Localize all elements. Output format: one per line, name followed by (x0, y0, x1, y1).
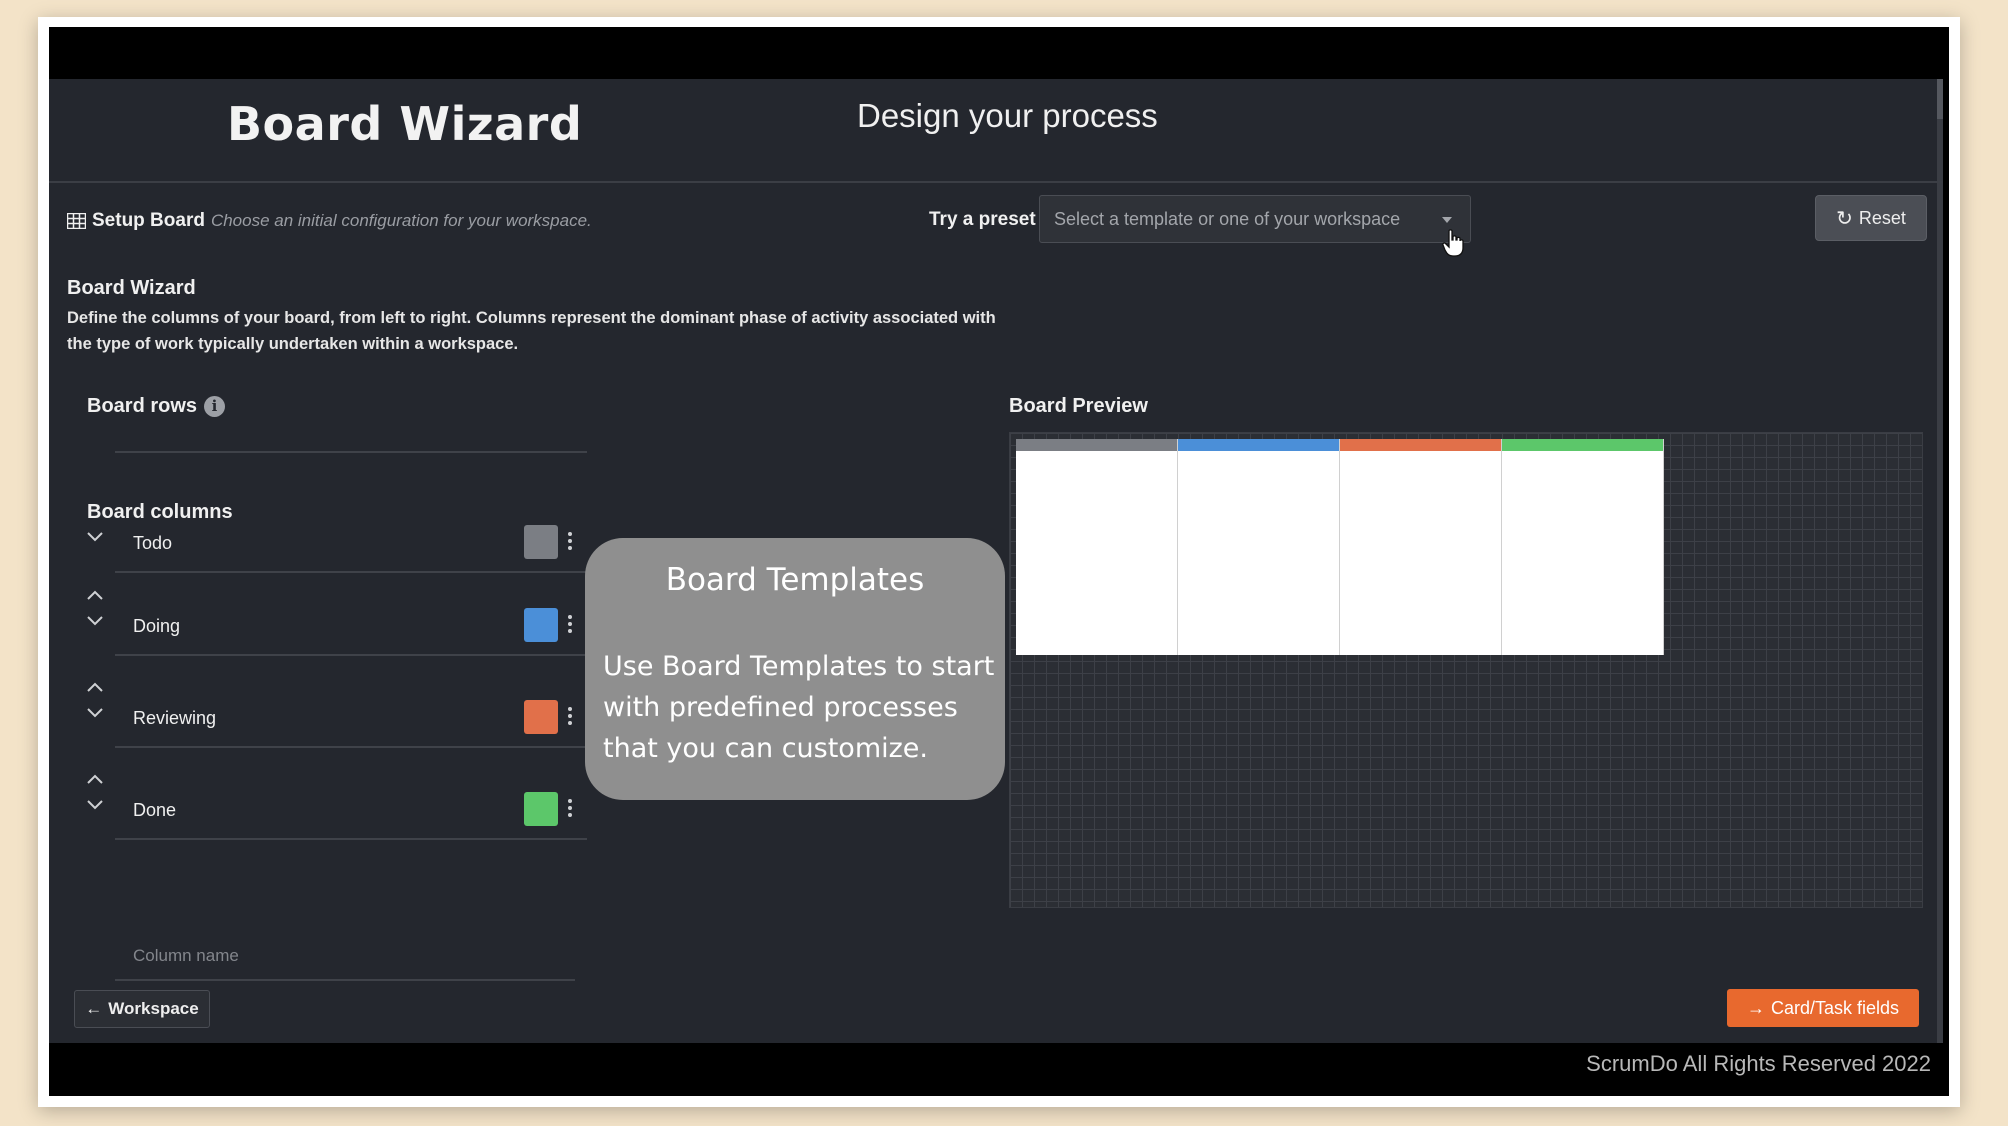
color-swatch[interactable] (524, 525, 558, 559)
column-name: Done (133, 800, 177, 820)
section-title: Board Wizard (67, 277, 196, 299)
color-swatch[interactable] (524, 700, 558, 734)
hand-cursor-icon (1442, 229, 1464, 257)
color-swatch[interactable] (524, 608, 558, 642)
column-name: Todo (133, 533, 173, 553)
more-vertical-icon[interactable] (567, 530, 573, 554)
arrow-left-icon: ← (85, 999, 103, 1018)
column-item-todo[interactable]: Todo (115, 521, 587, 573)
more-vertical-icon[interactable] (567, 797, 573, 821)
callout-title: Board Templates (665, 562, 925, 598)
preview-column-bar (1016, 439, 1177, 451)
chevron-up-icon[interactable] (86, 590, 104, 602)
reset-button[interactable]: ↻ Reset (1815, 195, 1927, 241)
screen: Board Wizard Design your process Setup B… (49, 27, 1949, 1096)
board-preview-label: Board Preview (1009, 395, 1148, 417)
setup-board-title: Setup Board (92, 210, 205, 231)
preview-column (1502, 439, 1664, 655)
column-item-reviewing[interactable]: Reviewing (115, 696, 587, 748)
preset-placeholder: Select a template or one of your workspa… (1054, 209, 1401, 229)
grid-icon (67, 213, 86, 229)
column-item-done[interactable]: Done (115, 788, 587, 840)
setup-board-header: Setup Board Choose an initial configurat… (67, 207, 592, 235)
column-name: Doing (133, 616, 181, 636)
footer-copyright: ScrumDo All Rights Reserved 2022 (1586, 1051, 1931, 1076)
page-title: Design your process (857, 97, 1158, 134)
next-card-task-fields-button[interactable]: → Card/Task fields (1727, 989, 1919, 1027)
preview-column-bar (1502, 439, 1663, 451)
more-vertical-icon[interactable] (567, 705, 573, 729)
back-workspace-button[interactable]: ← Workspace (74, 990, 210, 1028)
more-vertical-icon[interactable] (567, 613, 573, 637)
new-column-input[interactable]: Column name (115, 935, 575, 981)
preview-column (1340, 439, 1502, 655)
callout-body: Use Board Templates to start with predef… (603, 651, 995, 764)
arrow-right-icon: → (1746, 997, 1765, 1018)
board-preview (1009, 432, 1923, 908)
chevron-up-icon[interactable] (86, 682, 104, 694)
chevron-down-icon[interactable] (86, 798, 104, 810)
board-rows-text: Board rows (87, 395, 198, 417)
board-rows-field[interactable] (115, 451, 587, 453)
preview-column-bar (1340, 439, 1501, 451)
preview-column (1178, 439, 1340, 655)
chevron-up-icon[interactable] (86, 774, 104, 786)
scrollbar[interactable] (1937, 79, 1943, 1043)
column-name: Reviewing (133, 708, 217, 728)
preview-column (1016, 439, 1178, 655)
board-templates-callout: Board Templates Use Board Templates to s… (585, 538, 1005, 800)
app-logo: Board Wizard (227, 97, 583, 151)
board-wizard-app: Board Wizard Design your process Setup B… (49, 79, 1943, 1043)
preview-column-bar (1178, 439, 1339, 451)
top-bar: Board Wizard Design your process (49, 79, 1943, 183)
color-swatch[interactable] (524, 792, 558, 826)
new-column-placeholder: Column name (133, 946, 239, 965)
chevron-down-icon[interactable] (86, 530, 104, 542)
section-description: Define the columns of your board, from l… (67, 309, 996, 353)
chevron-down-icon (1442, 217, 1452, 223)
preset-label: Try a preset (929, 209, 1036, 230)
preset-select[interactable]: Select a template or one of your workspa… (1039, 195, 1471, 243)
chevron-down-icon[interactable] (86, 614, 104, 626)
setup-board-subtitle: Choose an initial configuration for your… (210, 211, 592, 230)
column-item-doing[interactable]: Doing (115, 604, 587, 656)
reset-label: Reset (1858, 207, 1906, 228)
info-icon[interactable]: i (204, 396, 226, 417)
next-label: Card/Task fields (1770, 997, 1900, 1018)
back-label: Workspace (108, 999, 199, 1018)
refresh-icon: ↻ (1836, 207, 1853, 230)
board-rows-label: Board rows i (87, 395, 226, 418)
chevron-down-icon[interactable] (86, 706, 104, 718)
